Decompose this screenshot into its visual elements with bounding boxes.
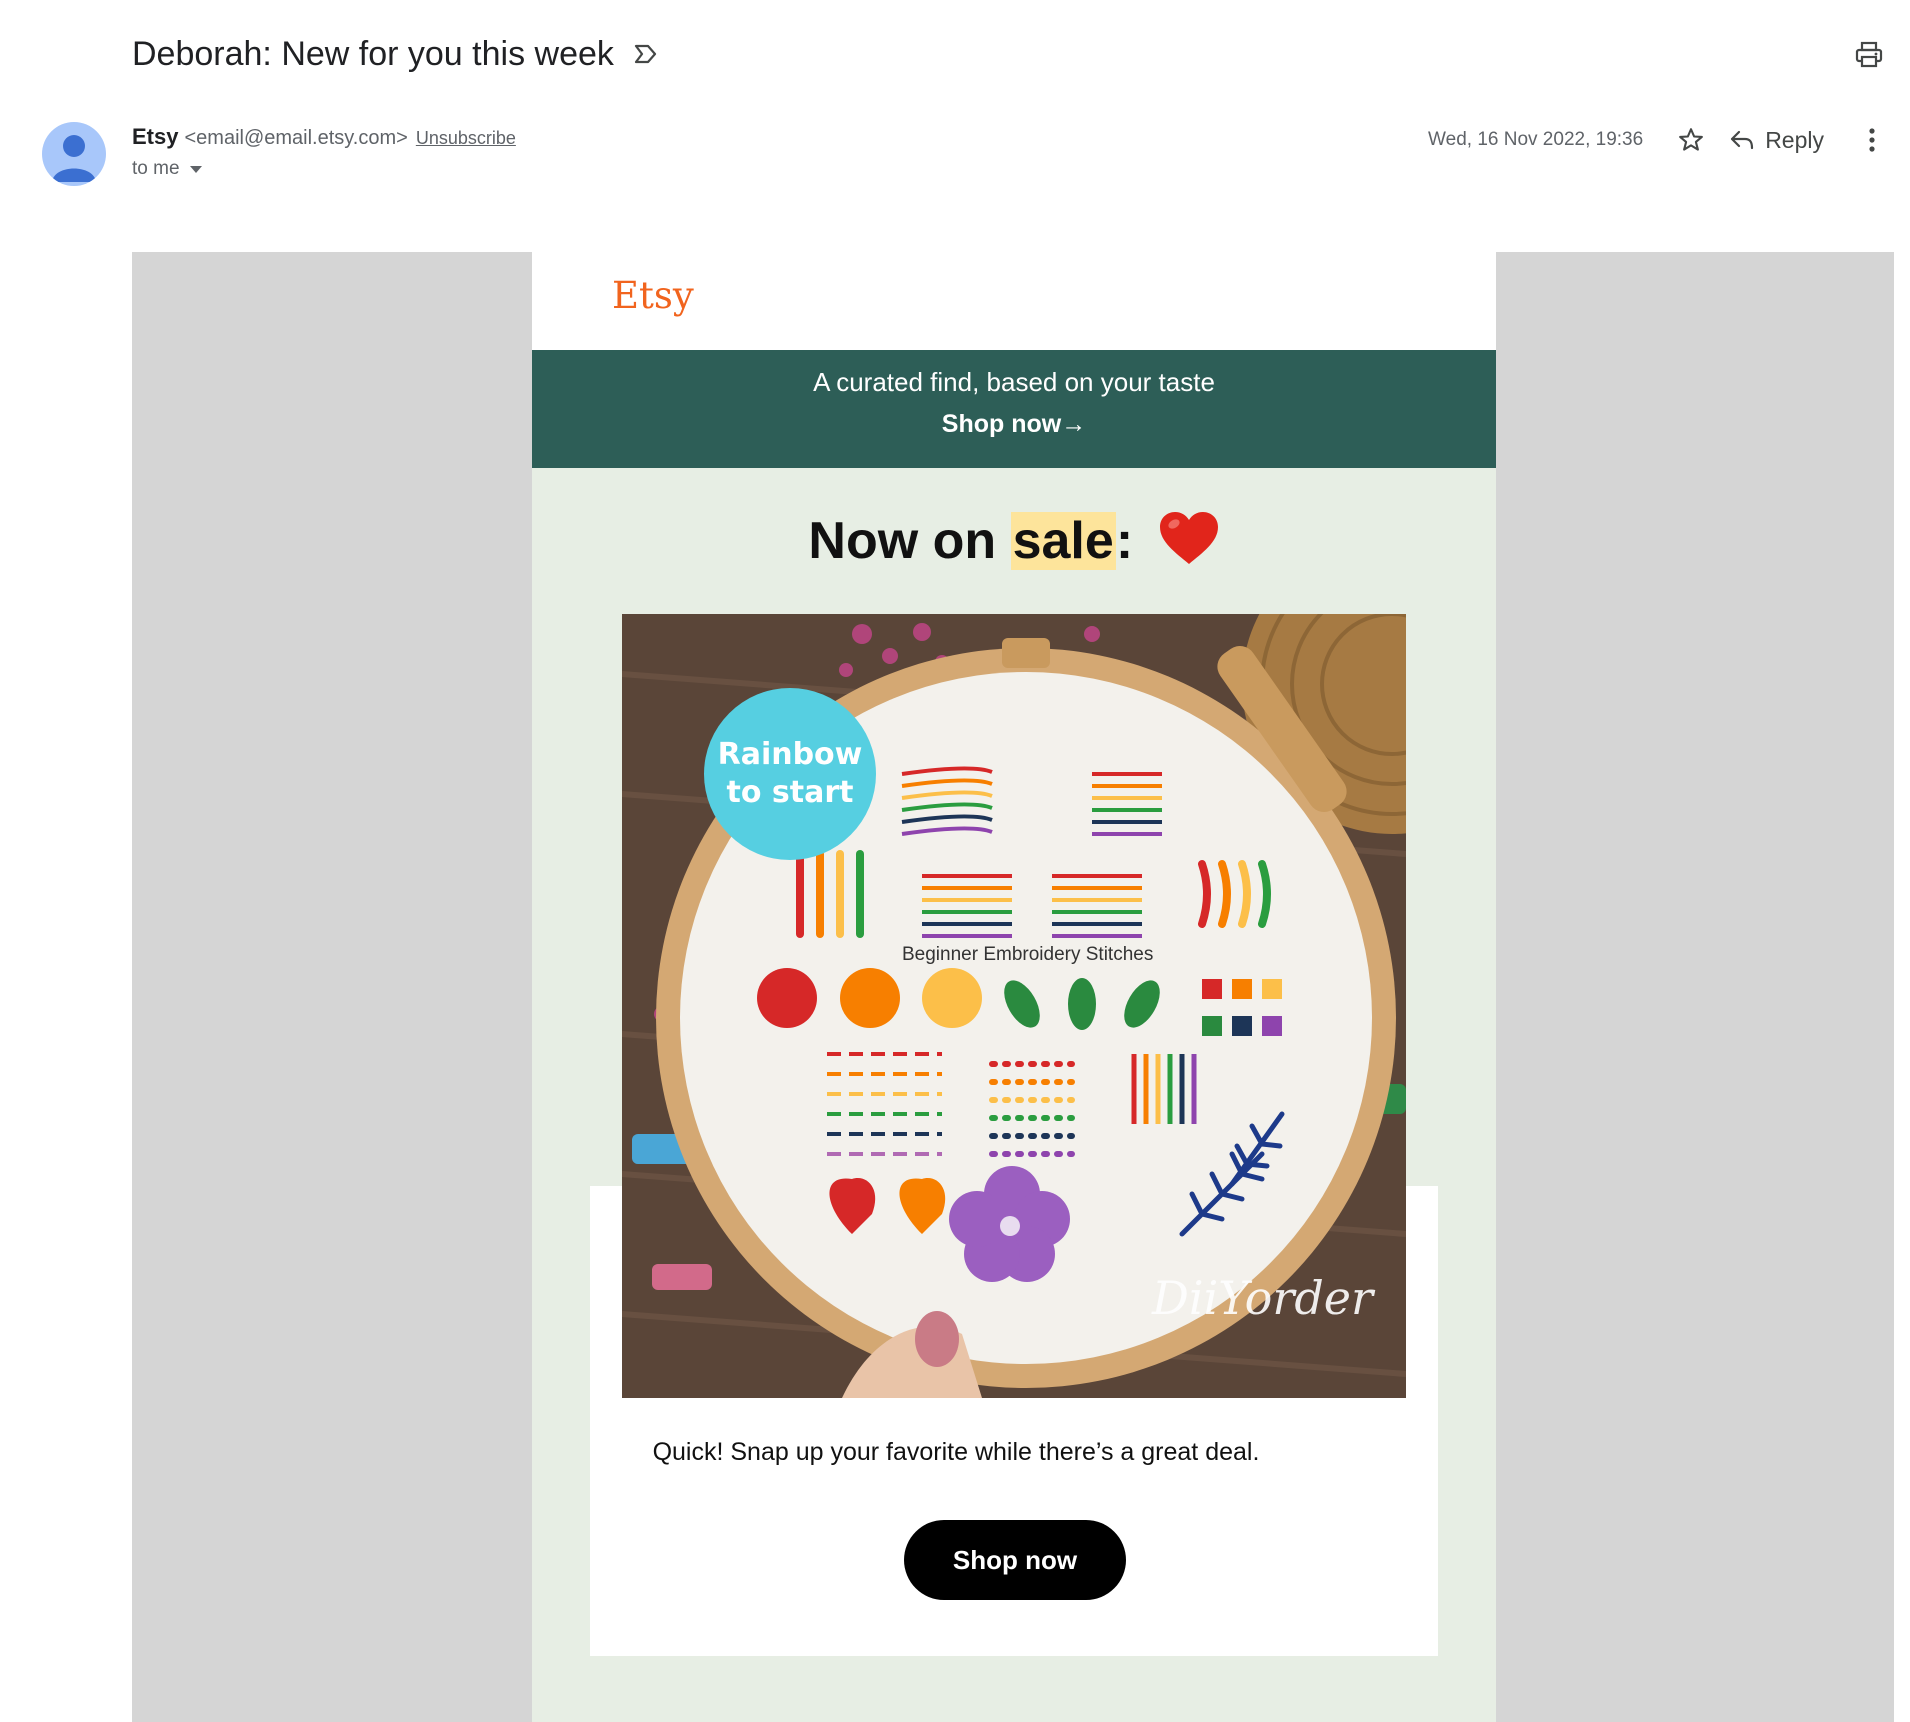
badge-line1: Rainbow — [718, 737, 863, 772]
headline-prefix: Now on — [808, 512, 1011, 571]
label-icon[interactable] — [634, 41, 660, 67]
message-date: Wed, 16 Nov 2022, 19:36 — [1428, 129, 1644, 150]
more-vertical-icon[interactable] — [1852, 120, 1892, 160]
product-image[interactable]: Beginner Embroidery Stitches Rainbow to … — [622, 614, 1406, 1398]
svg-text:Beginner Embroidery Stitches: Beginner Embroidery Stitches — [902, 944, 1153, 965]
sender-line: Etsy <email@email.etsy.com> Unsubscribe — [132, 124, 516, 150]
brand-bar: Etsy — [532, 252, 1496, 350]
caret-down-icon — [189, 165, 202, 173]
recipient-label: to me — [132, 158, 180, 179]
etsy-logo[interactable]: Etsy — [612, 274, 694, 317]
promo-banner: A curated find, based on your taste Shop… — [532, 350, 1496, 468]
print-icon[interactable] — [1854, 40, 1886, 72]
sender-email: <email@email.etsy.com> — [184, 127, 408, 149]
sender-name[interactable]: Etsy — [132, 124, 178, 150]
message-actions: Wed, 16 Nov 2022, 19:36 Reply — [1428, 120, 1892, 160]
reply-button[interactable]: Reply — [1729, 127, 1824, 154]
email-subject: Deborah: New for you this week — [132, 34, 614, 73]
sender-avatar[interactable] — [42, 122, 106, 186]
reply-label: Reply — [1765, 126, 1824, 153]
email-content-column: Etsy A curated find, based on your taste… — [532, 252, 1496, 1722]
banner-text: A curated find, based on your taste — [813, 367, 1215, 397]
recipient-details-toggle[interactable]: to me — [132, 158, 202, 180]
headline: Now on sale: — [532, 468, 1496, 578]
headline-suffix: : — [1115, 512, 1134, 571]
headline-highlight: sale — [1010, 512, 1116, 571]
shop-now-button[interactable]: Shop now — [904, 1520, 1126, 1600]
subject-row: Deborah: New for you this week — [132, 28, 660, 80]
badge-line2: to start — [727, 775, 854, 810]
reply-icon — [1731, 130, 1754, 150]
unsubscribe-link[interactable]: Unsubscribe — [416, 128, 516, 149]
product-card-text: Quick! Snap up your favorite while there… — [652, 1438, 1260, 1466]
heart-icon — [1158, 510, 1220, 579]
email-body-frame: Etsy A curated find, based on your taste… — [132, 252, 1894, 1722]
watermark: DiiYorder — [1151, 1271, 1376, 1325]
banner-shop-now-link[interactable]: Shop now→ — [942, 410, 1086, 439]
star-icon[interactable] — [1671, 120, 1711, 160]
